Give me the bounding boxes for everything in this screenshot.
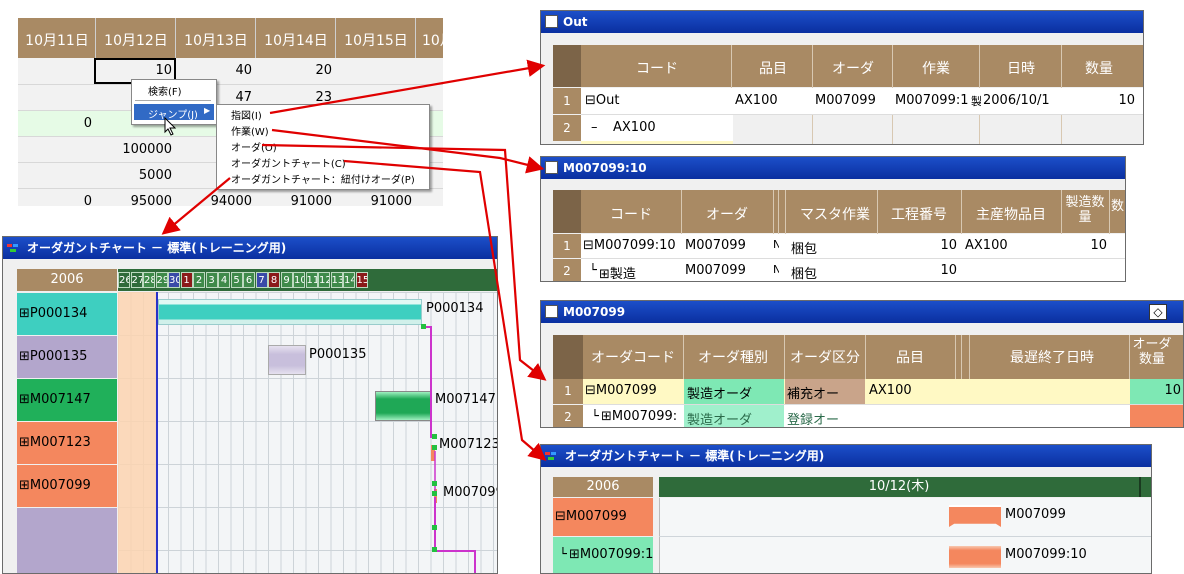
jump-arrows: [161, 59, 547, 461]
